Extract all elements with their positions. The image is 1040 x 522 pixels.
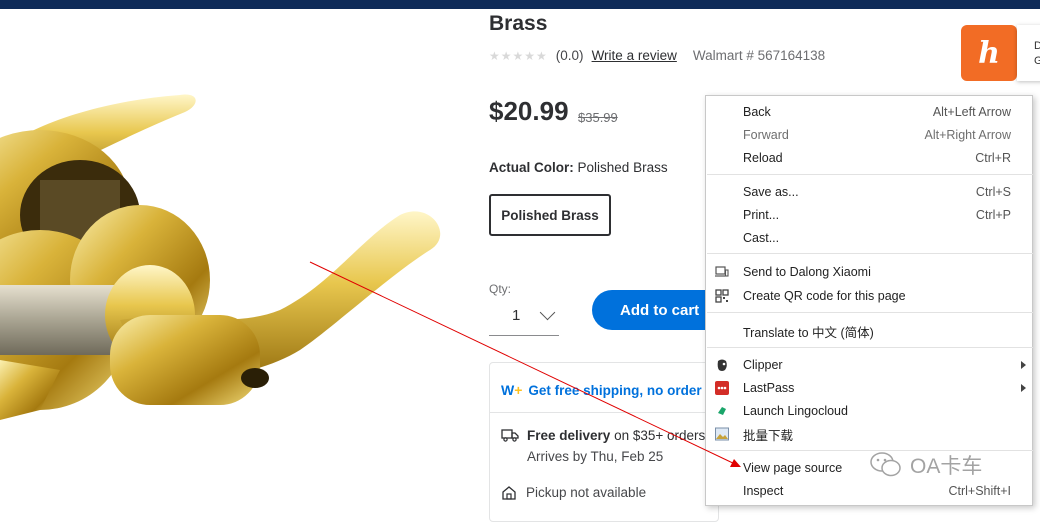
menu-item-lingocloud[interactable]: Launch Lingocloud <box>706 400 1032 422</box>
menu-item-label: Forward <box>743 128 789 142</box>
actual-color: Actual Color: Polished Brass <box>489 160 668 175</box>
menu-item-label: Translate to 中文 (简体) <box>743 325 874 340</box>
free-shipping-text: Get free shipping, no order <box>528 382 702 398</box>
menu-item-label: Inspect <box>743 484 784 498</box>
walmart-item-number: Walmart # 567164138 <box>692 48 826 63</box>
product-title: Brass <box>489 12 548 35</box>
device-icon <box>715 266 729 277</box>
menu-item-label: Create QR code for this page <box>743 289 906 303</box>
menu-separator <box>707 312 1033 313</box>
wechat-icon <box>870 452 901 477</box>
menu-item-translate[interactable]: Translate to 中文 (简体) <box>706 320 1032 342</box>
was-price: $35.99 <box>578 110 618 125</box>
honey-tab-line: G <box>1034 55 1040 67</box>
menu-item-label: Launch Lingocloud <box>743 404 848 418</box>
evernote-icon <box>717 359 727 371</box>
site-header-bar <box>0 0 1040 9</box>
qr-code-icon <box>715 289 729 303</box>
menu-item-print[interactable]: Print... Ctrl+P <box>706 204 1032 226</box>
menu-item-save-as[interactable]: Save as... Ctrl+S <box>706 181 1032 203</box>
lingocloud-icon <box>718 407 726 415</box>
chevron-down-icon <box>539 304 556 321</box>
current-price: $20.99 <box>489 96 569 126</box>
write-review-link[interactable]: Write a review <box>592 48 677 63</box>
rating-stars-icon: ★★★★★ <box>489 48 548 63</box>
quantity-select[interactable]: 1 <box>489 296 559 336</box>
honey-extension-tab[interactable]: D G <box>1017 25 1040 81</box>
divider <box>489 412 719 413</box>
menu-item-inspect[interactable]: Inspect Ctrl+Shift+I <box>706 480 1032 502</box>
watermark-text: OA卡车 <box>910 455 983 478</box>
menu-item-forward[interactable]: Forward Alt+Right Arrow <box>706 124 1032 146</box>
color-option-button[interactable]: Polished Brass <box>489 194 611 236</box>
lastpass-icon <box>715 381 729 395</box>
pickup-text: Pickup not available <box>526 485 647 500</box>
menu-item-send-to-device[interactable]: Send to Dalong Xiaomi <box>706 261 1032 283</box>
menu-item-view-source[interactable]: View page source <box>706 457 1032 479</box>
honey-tab-line: D <box>1034 40 1040 52</box>
arrival-date: Arrives by Thu, Feb 25 <box>527 449 664 464</box>
menu-item-shortcut: Ctrl+P <box>975 208 1011 222</box>
menu-item-label: 批量下载 <box>743 428 794 443</box>
menu-item-label: View page source <box>743 461 843 475</box>
menu-item-label: Send to Dalong Xiaomi <box>743 265 871 279</box>
menu-item-label: Save as... <box>743 185 799 199</box>
qty-label: Qty: <box>489 282 512 296</box>
menu-item-shortcut: Ctrl+R <box>975 151 1011 165</box>
menu-item-shortcut: Ctrl+S <box>975 185 1011 199</box>
menu-item-label: Clipper <box>743 358 783 372</box>
menu-item-shortcut: Alt+Right Arrow <box>924 128 1012 142</box>
context-menu: Back Alt+Left Arrow Forward Alt+Right Ar… <box>705 95 1033 506</box>
menu-item-back[interactable]: Back Alt+Left Arrow <box>706 101 1032 123</box>
menu-item-reload[interactable]: Reload Ctrl+R <box>706 147 1032 169</box>
quantity-value: 1 <box>512 307 521 324</box>
menu-separator <box>707 174 1033 175</box>
store-icon <box>502 486 516 500</box>
menu-item-label: Print... <box>743 208 780 222</box>
menu-separator <box>707 347 1033 348</box>
image-download-icon <box>715 427 729 441</box>
menu-item-label: Reload <box>743 151 783 165</box>
pickup-option: Pickup not available <box>501 485 646 501</box>
walmart-plus-icon: W+ <box>501 382 523 398</box>
actual-color-value: Polished Brass <box>577 160 668 175</box>
rating-row: ★★★★★ (0.0) Write a review Walmart # 567… <box>489 48 825 63</box>
menu-item-label: Back <box>743 105 771 119</box>
rating-value: (0.0) <box>555 48 584 63</box>
menu-item-label: Cast... <box>743 231 780 245</box>
free-shipping-link[interactable]: W+ Get free shipping, no order <box>501 382 702 398</box>
menu-item-clipper[interactable]: Clipper <box>706 354 1032 376</box>
menu-item-shortcut: Alt+Left Arrow <box>932 105 1011 119</box>
submenu-arrow-icon <box>1021 361 1026 369</box>
menu-item-batch-download[interactable]: 批量下载 <box>706 423 1032 445</box>
delivery-option: Free delivery on $35+ orders <box>501 428 705 443</box>
menu-item-label: LastPass <box>743 381 795 395</box>
product-image <box>0 94 441 420</box>
actual-color-label: Actual Color: <box>489 160 574 175</box>
honey-extension-icon[interactable]: h <box>961 25 1017 81</box>
truck-icon <box>501 429 519 442</box>
menu-item-cast[interactable]: Cast... <box>706 227 1032 249</box>
free-delivery-label: Free delivery <box>527 428 611 443</box>
menu-separator <box>707 253 1033 254</box>
menu-item-shortcut: Ctrl+Shift+I <box>948 484 1011 498</box>
menu-item-lastpass[interactable]: LastPass <box>706 377 1032 399</box>
free-delivery-condition: on $35+ orders <box>614 428 706 443</box>
menu-item-qr-code[interactable]: Create QR code for this page <box>706 285 1032 307</box>
watermark: OA卡车 <box>870 450 982 480</box>
submenu-arrow-icon <box>1021 384 1026 392</box>
